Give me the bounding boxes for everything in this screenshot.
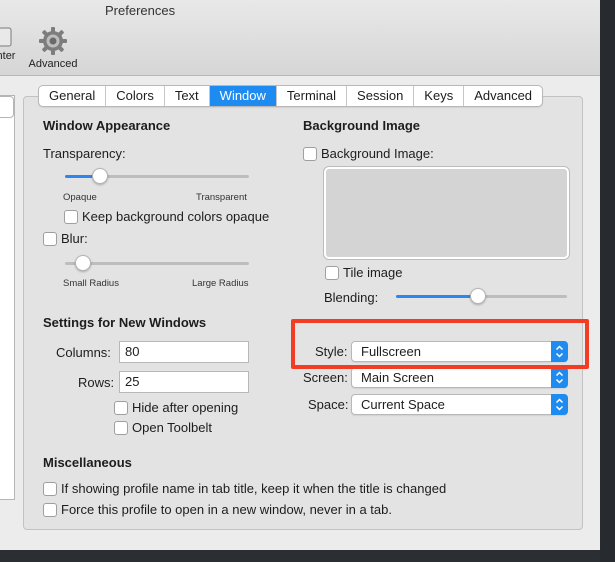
open-toolbelt-label: Open Toolbelt [132,420,212,435]
tab-window[interactable]: Window [209,86,277,106]
gear-icon [39,27,67,55]
tab-text[interactable]: Text [165,86,210,106]
tab-colors[interactable]: Colors [106,86,165,106]
tile-image-checkbox[interactable] [325,266,339,280]
tab-terminal[interactable]: Terminal [277,86,348,106]
columns-field[interactable]: 80 [119,341,249,363]
toolbar-item-label: Advanced [28,58,78,70]
blending-slider-knob[interactable] [470,288,487,304]
tab-advanced[interactable]: Advanced [464,86,542,106]
open-toolbelt-checkbox[interactable] [114,421,128,435]
partial-toolbar-icon [0,27,12,47]
rows-field[interactable]: 25 [119,371,249,393]
transparency-slider-knob[interactable] [91,168,108,184]
slider-track [65,262,249,265]
preferences-window: Preferences nter [0,0,600,550]
tab-general[interactable]: General [39,86,107,106]
tile-image-label: Tile image [343,265,403,280]
tab-bar: General Colors Text Window Terminal Sess… [38,85,544,107]
background-image-label: Background Image: [321,146,434,161]
space-popup-value: Current Space [361,397,445,412]
rows-label: Rows: [78,375,115,390]
new-windows-heading: Settings for New Windows [43,315,207,330]
window-shadow [600,0,615,562]
blur-min-label: Small Radius [63,278,119,289]
hide-after-opening-checkbox[interactable] [114,401,128,415]
space-label: Space: [308,397,349,412]
screen-popup-value: Main Screen [361,370,434,385]
tab-session[interactable]: Session [347,86,415,106]
popup-arrows [551,394,568,415]
updown-chevron-icon [555,398,564,411]
style-highlight-annotation [291,319,589,369]
transparency-max-label: Transparent [196,192,247,203]
popup-arrows [551,367,568,388]
columns-label: Columns: [56,345,111,360]
toolbar-item-advanced[interactable]: Advanced [26,26,80,70]
transparency-min-label: Opaque [63,192,97,203]
slider-fill [396,295,479,298]
toolbar-item-label: nter [0,50,16,62]
screen-popup[interactable]: Main Screen [351,367,568,388]
window-appearance-heading: Window Appearance [43,118,171,133]
title-bar: Preferences nter [0,0,600,76]
window-title: Preferences [105,3,176,18]
keep-bg-opaque-label: Keep background colors opaque [82,209,270,224]
hide-after-opening-label: Hide after opening [132,400,239,415]
background-image-checkbox[interactable] [303,147,317,161]
tab-keys[interactable]: Keys [414,86,465,106]
profile-list[interactable] [0,95,15,500]
force-new-window-label: Force this profile to open in a new wind… [61,502,392,517]
background-image-well[interactable] [324,167,569,259]
toolbar-item-partial[interactable]: nter [0,26,20,62]
blur-max-label: Large Radius [192,278,249,289]
updown-chevron-icon [555,371,564,384]
blur-checkbox[interactable] [43,232,57,246]
transparency-label: Transparency: [43,146,126,161]
blending-label: Blending: [324,290,379,305]
blur-label: Blur: [61,231,88,246]
keep-profile-name-label: If showing profile name in tab title, ke… [61,481,447,496]
keep-bg-opaque-checkbox[interactable] [64,210,78,224]
screen-label: Screen: [303,370,348,385]
force-new-window-checkbox[interactable] [43,503,57,517]
keep-profile-name-checkbox[interactable] [43,482,57,496]
profile-search-field[interactable] [0,96,14,118]
space-popup[interactable]: Current Space [351,394,568,415]
misc-heading: Miscellaneous [43,455,132,470]
background-image-heading: Background Image [303,118,421,133]
